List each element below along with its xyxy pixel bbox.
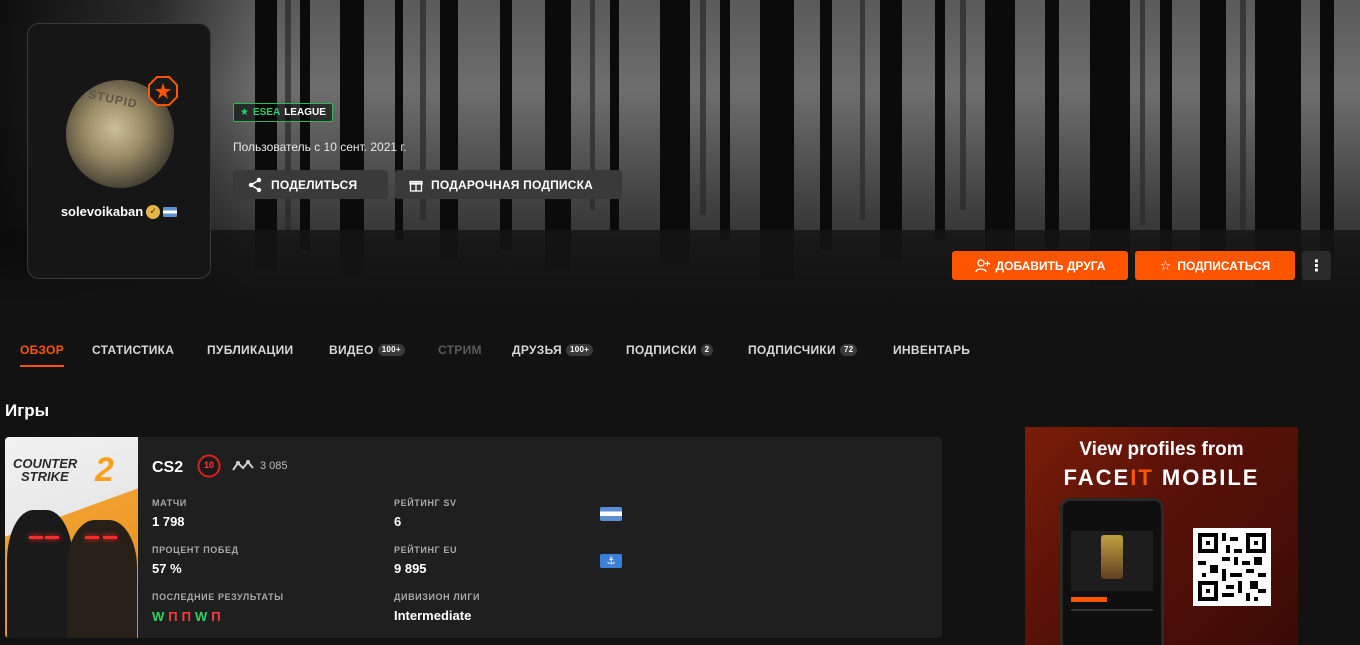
recent-results: WППWП (152, 608, 225, 626)
winrate-value: 57 % (152, 561, 182, 576)
gift-icon (409, 180, 423, 192)
sv-flag-icon (600, 507, 622, 521)
gift-button-label: ПОДАРОЧНАЯ ПОДПИСКА (431, 177, 593, 192)
tab-label: ИНВЕНТАРЬ (893, 343, 971, 357)
rating-sv-value: 6 (394, 514, 402, 529)
tab-label: ДРУЗЬЯ (512, 343, 562, 357)
division-label: ДИВИЗИОН ЛИГИ (394, 592, 481, 602)
qr-code (1193, 528, 1271, 606)
country-flag-icon (163, 206, 178, 217)
add-friend-button[interactable]: ДОБАВИТЬ ДРУГА (952, 251, 1128, 280)
tab-overview[interactable]: ОБЗОР (20, 336, 64, 367)
result-win: W (152, 609, 165, 624)
rating-sv-label: РЕЙТИНГ SV (394, 498, 457, 508)
soldier-figure (67, 520, 137, 638)
tab-label: СТРИМ (438, 343, 482, 357)
profile-tabs: ОБЗОР СТАТИСТИКА ПУБЛИКАЦИИ ВИДЕО 100+ С… (0, 336, 1360, 367)
tab-count-badge: 100+ (565, 344, 594, 356)
result-loss: П (181, 609, 191, 624)
verified-icon: ✓ (146, 204, 161, 219)
tab-label: СТАТИСТИКА (92, 343, 175, 357)
tab-video[interactable]: ВИДЕО 100+ (329, 336, 405, 366)
matches-label: МАТЧИ (152, 498, 187, 508)
skill-level-badge: 10 (197, 454, 221, 478)
username-row: solevoikaban ✓ (28, 204, 210, 219)
recent-results-label: ПОСЛЕДНИЕ РЕЗУЛЬТАТЫ (152, 592, 284, 602)
ad-headline: View profiles from (1079, 439, 1244, 460)
username: solevoikaban (60, 204, 144, 219)
matches-value: 1 798 (152, 514, 185, 529)
tab-stats[interactable]: СТАТИСТИКА (92, 336, 174, 366)
tab-stream[interactable]: СТРИМ (438, 336, 482, 366)
soldier-figure (7, 510, 73, 638)
more-options-button[interactable]: ⋮ (1302, 251, 1331, 280)
cover-title: COUNTER STRIKE (13, 456, 78, 484)
member-since: Пользователь с 10 сент. 2021 г. (233, 140, 407, 154)
ad-brand: FACEIT MOBILE (1063, 465, 1260, 490)
subscribe-button[interactable]: ☆ ПОДПИСАТЬСЯ (1135, 251, 1295, 280)
more-vertical-icon: ⋮ (1308, 257, 1325, 275)
tab-count-badge: 72 (839, 344, 858, 356)
tab-label: ОБЗОР (20, 343, 64, 357)
winrate-label: ПРОЦЕНТ ПОБЕД (152, 545, 239, 555)
tab-inventory[interactable]: ИНВЕНТАРЬ (893, 336, 970, 366)
elo-value: 3 085 (260, 460, 288, 472)
phone-mockup (1060, 498, 1164, 645)
add-user-icon (974, 258, 990, 272)
share-button-label: ПОДЕЛИТЬСЯ (271, 177, 358, 192)
tab-count-badge: 100+ (377, 344, 405, 356)
star-icon: ☆ (1159, 257, 1172, 273)
rating-eu-value: 9 895 (394, 561, 427, 576)
rating-eu-label: РЕЙТИНГ EU (394, 545, 458, 555)
tab-subscriptions[interactable]: ПОДПИСКИ 2 (626, 336, 714, 366)
gift-subscription-button[interactable]: ПОДАРОЧНАЯ ПОДПИСКА (395, 170, 622, 199)
esea-badge-league: LEAGUE (284, 107, 326, 118)
result-win: W (194, 609, 208, 624)
qr-code-icon (1198, 533, 1266, 601)
avatar-text: STUPID (87, 86, 139, 112)
tab-label: ПОДПИСКИ (626, 343, 697, 357)
share-button[interactable]: ПОДЕЛИТЬСЯ (233, 170, 388, 199)
eu-region-icon: ⚓ (600, 554, 622, 568)
game-name: CS2 (152, 459, 184, 476)
tab-posts[interactable]: ПУБЛИКАЦИИ (207, 336, 293, 366)
result-loss: П (211, 609, 221, 624)
faceit-mobile-ad[interactable]: View profiles from FACEIT MOBILE (1025, 427, 1298, 645)
add-friend-label: ДОБАВИТЬ ДРУГА (995, 258, 1106, 273)
tab-count-badge: 2 (700, 344, 714, 356)
tab-label: ВИДЕО (329, 343, 374, 357)
skill-level-value: 10 (203, 460, 214, 470)
subscribe-label: ПОДПИСАТЬСЯ (1177, 258, 1271, 273)
tab-friends[interactable]: ДРУЗЬЯ 100+ (512, 336, 594, 366)
tab-followers[interactable]: ПОДПИСЧИКИ 72 (748, 336, 858, 366)
tab-label: ПУБЛИКАЦИИ (207, 343, 294, 357)
profile-card: STUPID solevoikaban ✓ (27, 23, 211, 279)
esea-league-badge[interactable]: ★ ESEA LEAGUE (233, 103, 333, 122)
elo-trend-icon (232, 460, 254, 471)
esea-badge-label: ESEA (252, 107, 281, 118)
share-icon (248, 177, 262, 192)
games-section-title: Игры (5, 401, 50, 420)
faceit-level-badge-icon (148, 76, 178, 106)
cover-number: 2 (95, 451, 114, 489)
result-loss: П (168, 609, 178, 624)
esea-star-icon: ★ (240, 107, 249, 118)
game-cover-image: COUNTER STRIKE 2 (5, 437, 138, 638)
division-value: Intermediate (394, 608, 472, 623)
game-card-cs2[interactable]: COUNTER STRIKE 2 CS2 10 3 085 МАТЧИ 1 79… (5, 437, 942, 638)
tab-label: ПОДПИСЧИКИ (748, 343, 836, 357)
